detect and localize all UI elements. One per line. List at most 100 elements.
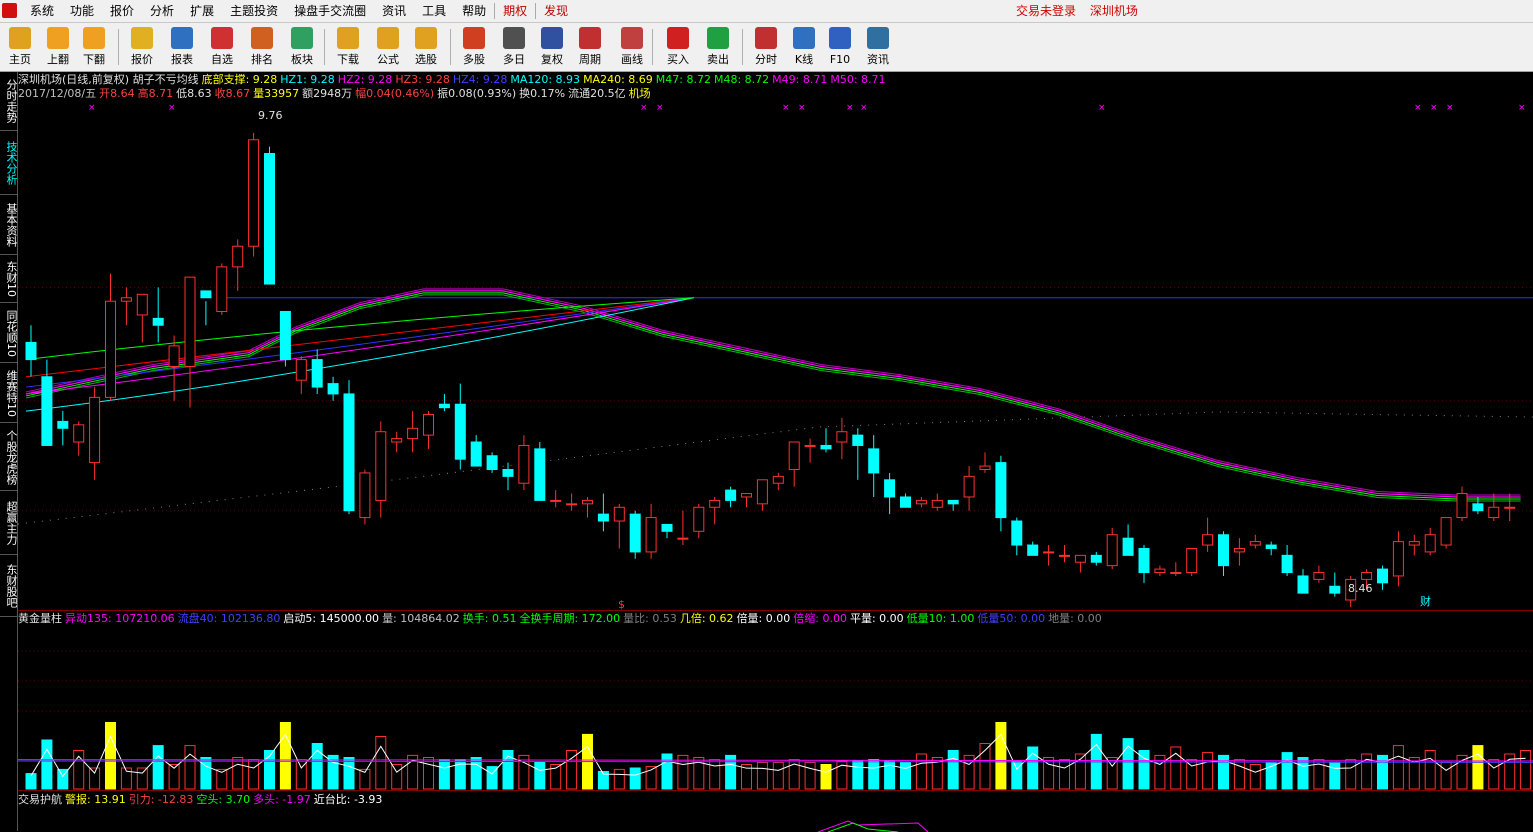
candle-body (57, 420, 69, 429)
toolbar-formula-button[interactable]: 公式 (370, 25, 406, 69)
side-tab-intraday[interactable]: 分时走势 (0, 72, 18, 131)
oscillator-indicator-value-4: 多头: -1.97 (253, 793, 311, 806)
menu-tools[interactable]: 工具 (414, 0, 454, 22)
toolbar-f10-button[interactable]: F10 (822, 25, 858, 69)
volume-bar (1186, 759, 1198, 790)
signal-marker: × (168, 103, 176, 113)
indicator-value-4: HZ3: 9.28 (395, 73, 450, 86)
menu-discover[interactable]: 发现 (536, 0, 576, 22)
toolbar-quote-label: 报价 (131, 53, 153, 66)
candle-body (1011, 520, 1023, 546)
menu-help[interactable]: 帮助 (454, 0, 494, 22)
toolbar-download-button[interactable]: 下载 (330, 25, 366, 69)
toolbar-watchlist-button[interactable]: 自选 (204, 25, 240, 69)
menu-trader-forum[interactable]: 操盘手交流圈 (286, 0, 374, 22)
toolbar-draw-line-button[interactable]: 画线 (614, 25, 650, 69)
toolbar-divider (742, 29, 743, 65)
candle-body (1488, 506, 1500, 519)
side-tab-dragon-tiger[interactable]: 个股龙虎榜 (0, 424, 18, 491)
volume-indicator-value-10: 倍缩: 0.00 (793, 612, 847, 625)
candle-body (995, 462, 1007, 519)
toolbar-intraday-button[interactable]: 分时 (748, 25, 784, 69)
candle-body (725, 489, 737, 501)
price-chart[interactable]: × × × × × × × × × × × × × 9.76 8.46 财 $ 深圳机场(日线,前复权) 胡子不… (18, 72, 1533, 610)
oscillator-chart[interactable]: 交易护航 警报: 13.91 引力: -12.83 空头: 3.70 多头: -1.97… (18, 790, 1533, 832)
menu-news[interactable]: 资讯 (374, 0, 414, 22)
indicator-value-8: M47: 8.72 (655, 73, 711, 86)
candle-body (1154, 568, 1166, 574)
candle-body (1456, 493, 1468, 519)
candle-body (852, 434, 864, 446)
toolbar-sell-button[interactable]: 卖出 (700, 25, 736, 69)
toolbar-formula-label: 公式 (377, 53, 399, 66)
toolbar-sector-label: 板块 (291, 53, 313, 66)
sidebar: 分时走势 技术分析 基本资料 东财10 同花顺10 维赛特10 个股龙虎榜 超赢主力 东财股吧 (0, 72, 18, 831)
toolbar-report-button[interactable]: 报表 (164, 25, 200, 69)
candle-body (423, 414, 434, 436)
menu-function[interactable]: 功能 (62, 0, 102, 22)
side-tab-super-main-force[interactable]: 超赢主力 (0, 492, 18, 555)
side-tab-technical[interactable]: 技术分析 (0, 132, 18, 195)
stock-picker-icon (415, 27, 437, 49)
indicator-value-6: MA120: 8.93 (510, 73, 581, 86)
ohlc-value-1: 开8.64 (99, 87, 135, 100)
candle-body (41, 376, 53, 446)
candle-body (741, 493, 752, 498)
toolbar-page-down-button[interactable]: 下翻 (76, 25, 112, 69)
toolbar-quote-button[interactable]: 报价 (124, 25, 160, 69)
toolbar-adjust-label: 复权 (541, 53, 563, 66)
side-tab-dongcai-guba[interactable]: 东财股吧 (0, 556, 18, 617)
side-tab-weisaite10[interactable]: 维赛特10 (0, 364, 18, 423)
menu-system[interactable]: 系统 (22, 0, 62, 22)
candle-body (900, 496, 911, 508)
login-status[interactable]: 交易未登录 (1016, 4, 1076, 18)
f10-icon (829, 27, 851, 49)
menu-theme-invest[interactable]: 主题投资 (222, 0, 286, 22)
toolbar-buy-label: 买入 (667, 53, 689, 66)
volume-bar (1520, 750, 1532, 790)
indicator-value-10: M49: 8.71 (772, 73, 828, 86)
candle-body (979, 465, 991, 470)
volume-bar (995, 722, 1007, 790)
candle-body (756, 479, 768, 505)
ohlc-value-0: 2017/12/08/五 (18, 87, 97, 100)
candle-body (963, 475, 975, 498)
toolbar-multi-day-button[interactable]: 多日 (496, 25, 532, 69)
volume-bar (279, 722, 291, 790)
volume-bar (470, 757, 482, 790)
menu-extend[interactable]: 扩展 (182, 0, 222, 22)
candle-body (73, 424, 85, 443)
menu-quote[interactable]: 报价 (102, 0, 142, 22)
signal-marker: × (656, 103, 664, 113)
side-tab-fundamentals[interactable]: 基本资料 (0, 196, 18, 255)
toolbar-period-button[interactable]: 周期 (572, 25, 608, 69)
toolbar-news-button[interactable]: 资讯 (860, 25, 896, 69)
candle-body (550, 499, 562, 502)
toolbar-multi-stock-button[interactable]: 多股 (456, 25, 492, 69)
toolbar-ranking-button[interactable]: 排名 (244, 25, 280, 69)
toolbar-page-up-button[interactable]: 上翻 (40, 25, 76, 69)
menu-analysis[interactable]: 分析 (142, 0, 182, 22)
candle-body (264, 153, 275, 285)
menu-options[interactable]: 期权 (495, 0, 535, 22)
toolbar-stock-picker-button[interactable]: 选股 (408, 25, 444, 69)
dividend-marker: $ (618, 598, 625, 610)
toolbar-download-label: 下载 (337, 53, 359, 66)
ranking-icon (251, 27, 273, 49)
candle-body (232, 245, 244, 268)
toolbar-kline-button[interactable]: K线 (786, 25, 822, 69)
toolbar-buy-button[interactable]: 买入 (660, 25, 696, 69)
toolbar-adjust-button[interactable]: 复权 (534, 25, 570, 69)
page-down-icon (83, 27, 105, 49)
ohlc-value-11: 机场 (628, 87, 651, 100)
candle-body (709, 499, 721, 508)
side-tab-tonghuashun10[interactable]: 同花顺10 (0, 304, 18, 363)
candle-body (375, 431, 387, 501)
volume-chart[interactable]: 黄金量柱 异动135: 107210.06 流盘40: 102136.80 启动5: … (18, 610, 1533, 791)
toolbar-home-button[interactable]: 主页 (2, 25, 38, 69)
toolbar-divider (118, 29, 119, 65)
toolbar-sector-button[interactable]: 板块 (284, 25, 320, 69)
indicator-value-11: M50: 8.71 (830, 73, 886, 86)
volume-bar (629, 767, 641, 790)
side-tab-dongcai10[interactable]: 东财10 (0, 256, 18, 303)
